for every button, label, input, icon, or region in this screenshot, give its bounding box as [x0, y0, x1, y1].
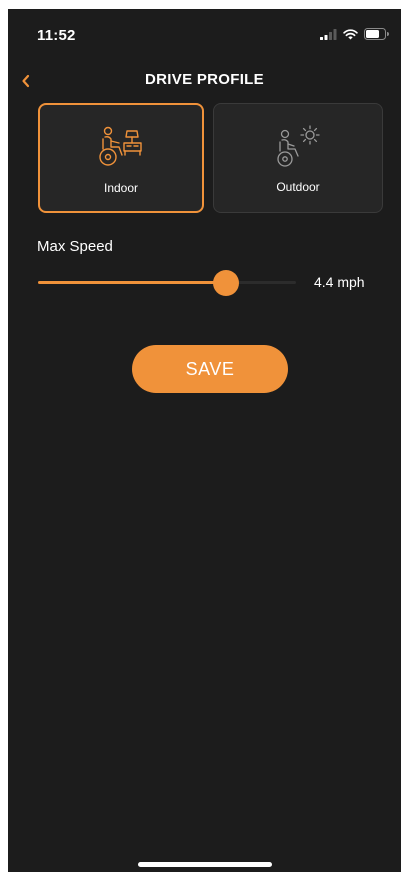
status-icons	[320, 28, 389, 40]
status-time: 11:52	[37, 27, 76, 44]
status-bar: 11:52	[8, 9, 401, 59]
app-screen: 11:52 DRIVE PROFILE Indoor Outdoor Max S…	[8, 9, 401, 872]
max-speed-value: 4.4 mph	[314, 274, 365, 290]
profile-card-indoor[interactable]: Indoor	[38, 103, 204, 213]
header: DRIVE PROFILE	[8, 67, 401, 97]
page-title: DRIVE PROFILE	[145, 71, 264, 88]
home-indicator	[138, 862, 272, 867]
wifi-icon	[343, 28, 358, 39]
profile-label-indoor: Indoor	[103, 181, 139, 195]
battery-icon	[364, 28, 389, 40]
cellular-signal-icon	[320, 28, 337, 40]
profile-label-outdoor: Outdoor	[276, 180, 320, 194]
max-speed-slider[interactable]	[38, 270, 296, 296]
slider-thumb[interactable]	[213, 270, 240, 296]
slider-fill	[38, 281, 227, 284]
wheelchair-indoor-icon	[99, 126, 142, 166]
max-speed-label: Max Speed	[37, 238, 113, 255]
save-button[interactable]: SAVE	[132, 345, 288, 393]
wheelchair-outdoor-icon	[277, 125, 320, 167]
profile-card-outdoor[interactable]: Outdoor	[213, 103, 383, 213]
